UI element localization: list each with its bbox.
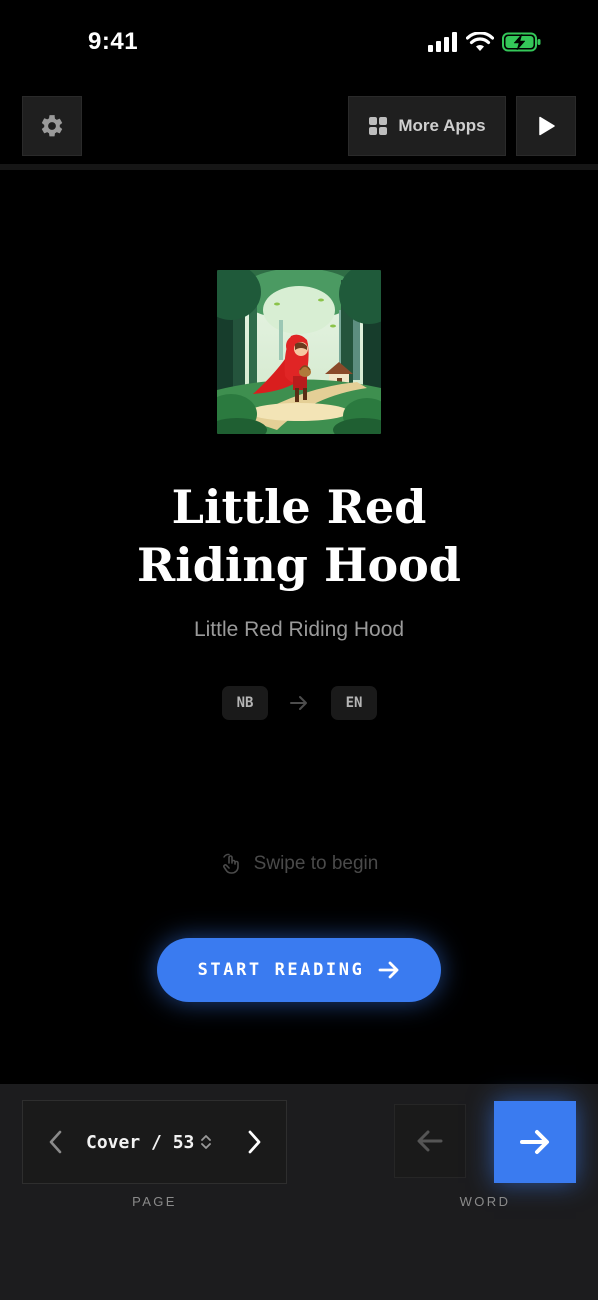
- signal-icon: [428, 32, 457, 52]
- previous-page-button[interactable]: [36, 1120, 76, 1164]
- page-indicator-label: Cover / 53: [86, 1131, 195, 1153]
- topbar-divider: [0, 164, 598, 170]
- more-apps-label: More Apps: [398, 116, 486, 135]
- settings-button[interactable]: [22, 96, 82, 156]
- word-caption: WORD: [459, 1194, 511, 1209]
- start-reading-label: START READING: [197, 960, 365, 980]
- source-language-badge: NB: [222, 686, 268, 720]
- play-icon: [539, 116, 555, 136]
- arrow-right-icon: [520, 1130, 549, 1154]
- chevron-up-down-icon: [201, 1135, 212, 1149]
- arrow-right-icon: [379, 961, 399, 979]
- wifi-icon: [466, 32, 494, 51]
- book-cover-image: [217, 270, 381, 434]
- target-language-badge: EN: [331, 686, 377, 720]
- start-reading-button[interactable]: START READING: [157, 938, 441, 1002]
- swipe-hint: Swipe to begin: [0, 852, 598, 876]
- grid-icon: [369, 117, 388, 135]
- page-selector[interactable]: Cover / 53: [86, 1128, 212, 1156]
- next-word-button[interactable]: [494, 1101, 576, 1183]
- book-title-line-1: Little Red: [171, 480, 427, 534]
- gear-icon: [41, 115, 63, 137]
- next-page-button[interactable]: [234, 1120, 274, 1164]
- status-time: 9:41: [88, 28, 139, 55]
- arrow-right-icon: [290, 696, 307, 710]
- book-title-line-2: Riding Hood: [137, 538, 461, 592]
- previous-word-button[interactable]: [394, 1104, 466, 1178]
- chevron-right-icon: [248, 1130, 261, 1154]
- hand-swipe-icon: [222, 853, 239, 874]
- battery-charging-icon: [502, 32, 541, 52]
- play-button[interactable]: [516, 96, 576, 156]
- chevron-left-icon: [49, 1130, 62, 1154]
- book-title: Little Red Riding Hood: [0, 478, 598, 594]
- status-icons: [428, 32, 542, 52]
- page-caption: PAGE: [132, 1194, 177, 1209]
- more-apps-button[interactable]: More Apps: [348, 96, 506, 156]
- arrow-left-icon: [417, 1130, 443, 1152]
- book-subtitle: Little Red Riding Hood: [193, 618, 405, 641]
- swipe-hint-label: Swipe to begin: [253, 853, 379, 874]
